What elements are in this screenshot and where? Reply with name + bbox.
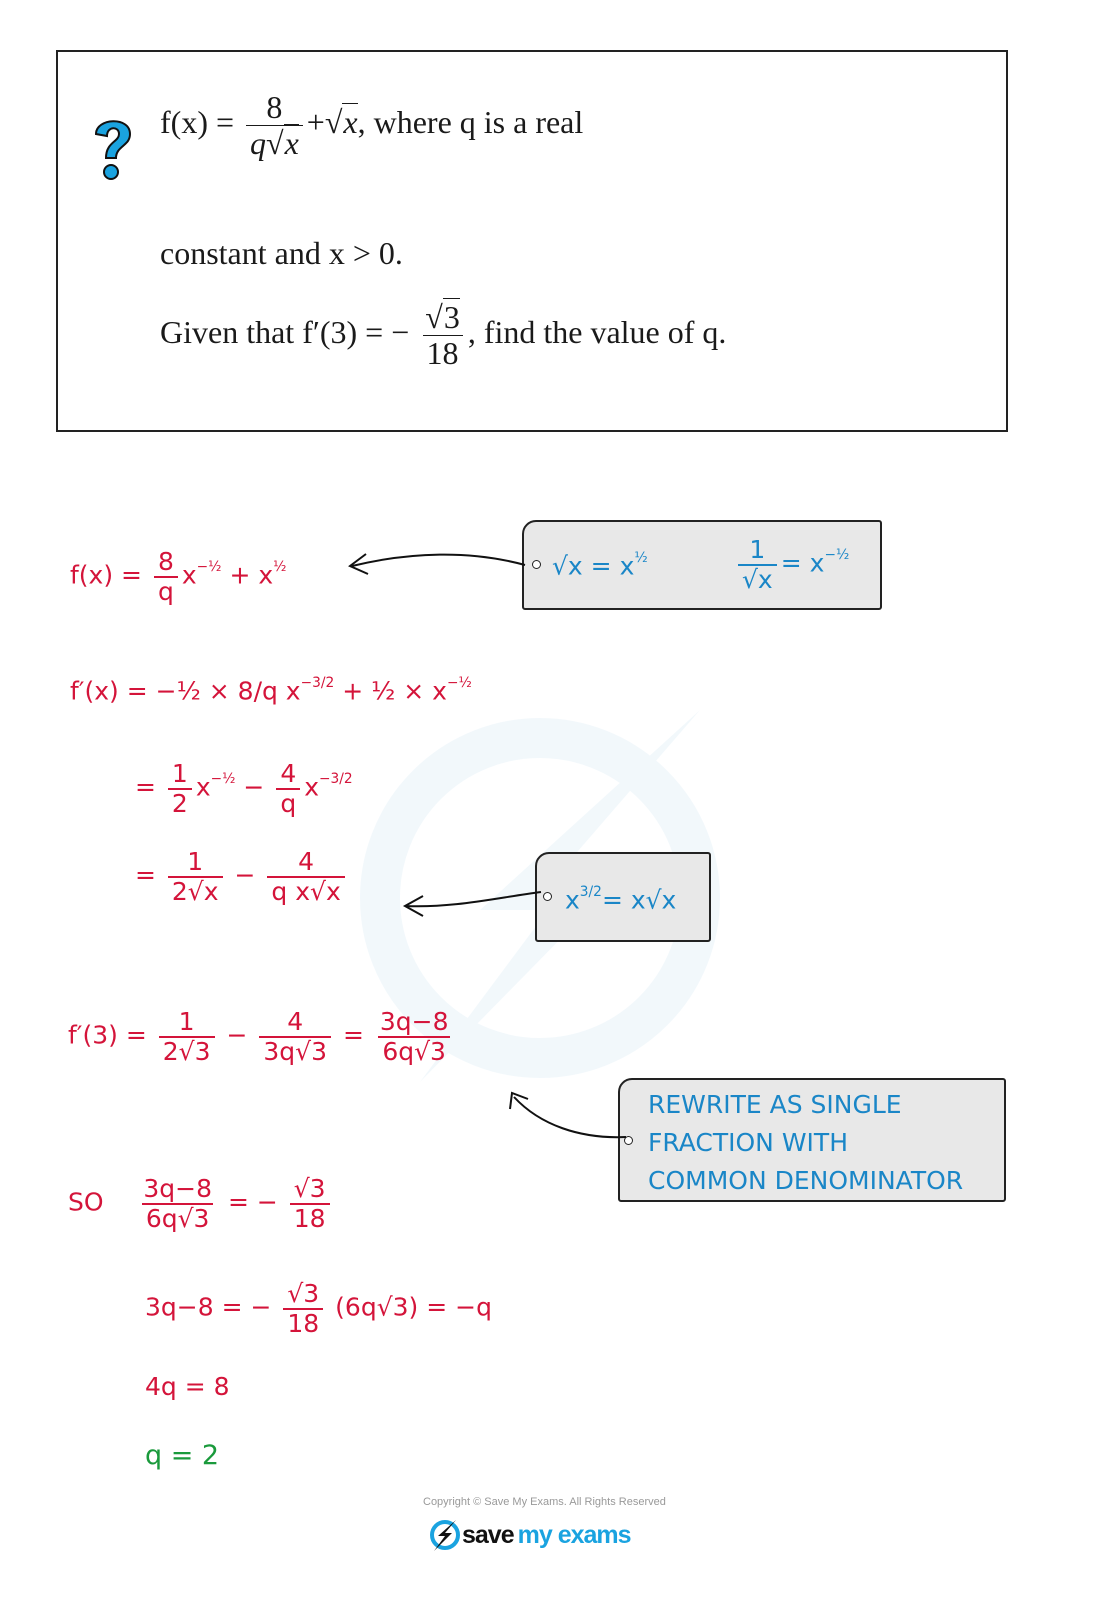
step-8: 4q = 8 xyxy=(145,1372,230,1401)
note-power-rule: x3/2= x√x xyxy=(535,852,711,942)
step-7: 3q−8 = − √3 18 (6q√3) = −q xyxy=(145,1279,492,1338)
copyright-text: Copyright © Save My Exams. All Rights Re… xyxy=(423,1496,666,1508)
step-4: = 1 2√x − 4q x√x xyxy=(135,848,349,905)
note-exponent-rules: √x = x½ 1 √x = x−½ xyxy=(522,520,882,610)
step-3: = 1 2 x−½ − 4 q x−3/2 xyxy=(135,759,353,818)
question-line-3: Given that f′(3) = − √3 18 , find the va… xyxy=(160,298,727,372)
note-single-fraction: REWRITE AS SINGLE FRACTION WITH COMMON D… xyxy=(618,1078,1006,1202)
question-mark-icon xyxy=(94,120,132,180)
arrow-1-icon xyxy=(348,553,526,575)
question-line-1: f(x) = 8 q√x +√x, where q is a real xyxy=(160,89,584,162)
arrow-3-icon xyxy=(509,1091,627,1139)
step-1: f(x) = 8 q x−½ + x½ xyxy=(70,547,287,606)
lightning-logo-icon xyxy=(430,1520,460,1551)
step-5: f′(3) = 1 2√3 − 4 3q√3 = 3q−8 6q√3 xyxy=(68,1007,450,1066)
step-6: SO 3q−8 6q√3 = − √3 18 xyxy=(68,1175,334,1232)
step-2: f′(x) = −½ × 8/q x−3/2 + ½ × x−½ xyxy=(70,675,472,706)
arrow-2-icon xyxy=(402,891,542,917)
brand-logo: save my exams xyxy=(428,1518,632,1552)
question-line-2: constant and x > 0. xyxy=(160,235,403,271)
fraction: 8 q√x xyxy=(246,89,303,162)
final-answer: q = 2 xyxy=(145,1440,220,1471)
